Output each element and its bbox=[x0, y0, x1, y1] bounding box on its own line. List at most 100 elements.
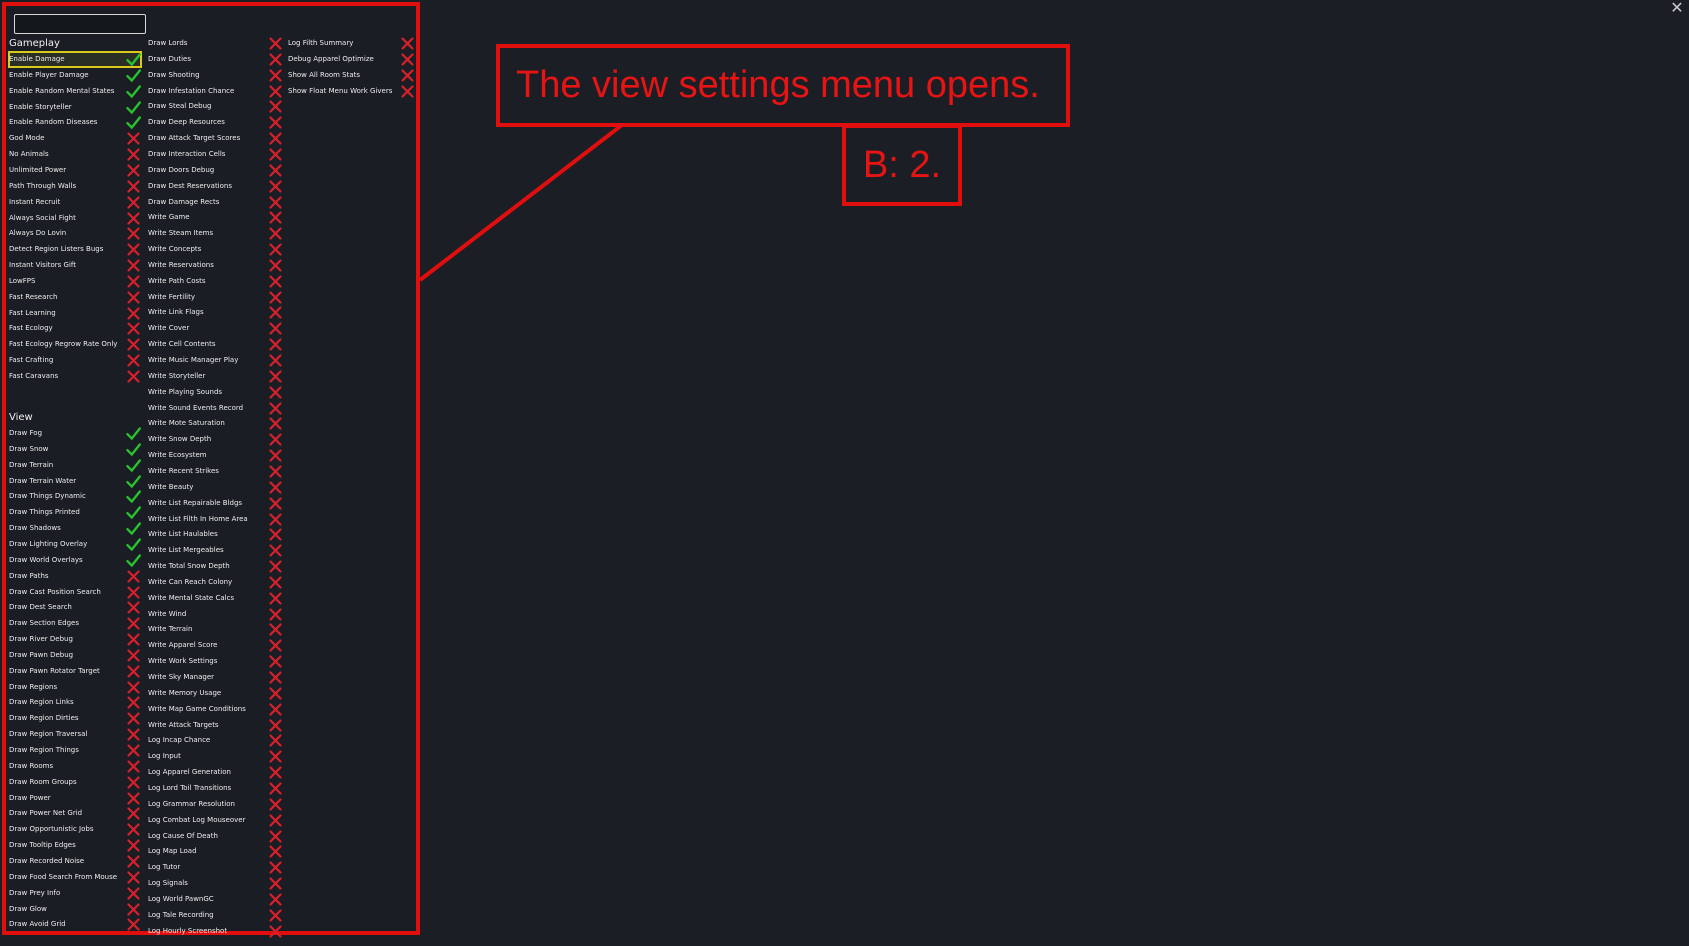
toggle-row[interactable]: Show Float Menu Work Givers bbox=[288, 84, 415, 99]
toggle-row[interactable]: Write Storyteller bbox=[148, 369, 283, 384]
toggle-row[interactable]: Enable Random Diseases bbox=[9, 115, 141, 130]
toggle-row[interactable]: Draw Shooting bbox=[148, 68, 283, 83]
toggle-row[interactable]: Write Sound Events Record bbox=[148, 401, 283, 416]
toggle-row[interactable]: Write Snow Depth bbox=[148, 432, 283, 447]
toggle-row[interactable]: LowFPS bbox=[9, 274, 141, 289]
toggle-row[interactable]: Write Can Reach Colony bbox=[148, 575, 283, 590]
toggle-row[interactable]: Draw Prey Info bbox=[9, 886, 141, 901]
toggle-row[interactable]: Write Total Snow Depth bbox=[148, 559, 283, 574]
toggle-row[interactable]: Write List Filth In Home Area bbox=[148, 512, 283, 527]
toggle-row[interactable]: Draw Doors Debug bbox=[148, 163, 283, 178]
toggle-row[interactable]: Log Cause Of Death bbox=[148, 829, 283, 844]
toggle-row[interactable]: Write Concepts bbox=[148, 242, 283, 257]
toggle-row[interactable]: Fast Research bbox=[9, 290, 141, 305]
toggle-row[interactable]: Log Tale Recording bbox=[148, 908, 283, 923]
toggle-row[interactable]: Enable Random Mental States bbox=[9, 84, 141, 99]
toggle-row[interactable]: Draw Cast Position Search bbox=[9, 585, 141, 600]
toggle-row[interactable]: Draw Power Net Grid bbox=[9, 806, 141, 821]
toggle-row[interactable]: Write List Mergeables bbox=[148, 543, 283, 558]
toggle-row[interactable]: Draw Section Edges bbox=[9, 616, 141, 631]
toggle-row[interactable]: Always Social Fight bbox=[9, 211, 141, 226]
toggle-row[interactable]: Draw Infestation Chance bbox=[148, 84, 283, 99]
toggle-row[interactable]: Write Terrain bbox=[148, 622, 283, 637]
toggle-row[interactable]: Log Map Load bbox=[148, 844, 283, 859]
toggle-row[interactable]: Log Tutor bbox=[148, 860, 283, 875]
toggle-row[interactable]: Enable Storyteller bbox=[9, 100, 141, 115]
close-icon[interactable]: ✕ bbox=[1669, 0, 1685, 16]
toggle-row[interactable]: Draw Paths bbox=[9, 569, 141, 584]
toggle-row[interactable]: Draw Steal Debug bbox=[148, 99, 283, 114]
toggle-row[interactable]: Draw Things Dynamic bbox=[9, 489, 141, 504]
toggle-row[interactable]: Write Reservations bbox=[148, 258, 283, 273]
toggle-row[interactable]: Write List Haulables bbox=[148, 527, 283, 542]
toggle-row[interactable]: Draw Terrain Water bbox=[9, 474, 141, 489]
toggle-row[interactable]: Draw Damage Rects bbox=[148, 195, 283, 210]
toggle-row[interactable]: Log Incap Chance bbox=[148, 733, 283, 748]
toggle-row[interactable]: Draw Regions bbox=[9, 680, 141, 695]
toggle-row[interactable]: Write Fertility bbox=[148, 290, 283, 305]
toggle-row[interactable]: Draw Region Links bbox=[9, 695, 141, 710]
toggle-row[interactable]: Draw Dest Search bbox=[9, 600, 141, 615]
toggle-row[interactable]: Draw Glow bbox=[9, 902, 141, 917]
toggle-row[interactable]: Instant Visitors Gift bbox=[9, 258, 141, 273]
toggle-row[interactable]: Draw Snow bbox=[9, 442, 141, 457]
toggle-row[interactable]: Fast Ecology bbox=[9, 321, 141, 336]
toggle-row[interactable]: Fast Ecology Regrow Rate Only bbox=[9, 337, 141, 352]
toggle-row[interactable]: Fast Learning bbox=[9, 306, 141, 321]
toggle-row[interactable]: Draw Shadows bbox=[9, 521, 141, 536]
toggle-row[interactable]: Draw Avoid Grid bbox=[9, 917, 141, 932]
toggle-row[interactable]: Draw Region Things bbox=[9, 743, 141, 758]
toggle-row[interactable]: Fast Caravans bbox=[9, 369, 141, 384]
toggle-row[interactable]: Write Game bbox=[148, 210, 283, 225]
toggle-row[interactable]: Draw Dest Reservations bbox=[148, 179, 283, 194]
toggle-row[interactable]: Detect Region Listers Bugs bbox=[9, 242, 141, 257]
toggle-row[interactable]: Draw Room Groups bbox=[9, 775, 141, 790]
toggle-row[interactable]: Enable Damage bbox=[8, 51, 142, 68]
toggle-row[interactable]: Log Input bbox=[148, 749, 283, 764]
toggle-row[interactable]: Write Work Settings bbox=[148, 654, 283, 669]
toggle-row[interactable]: Unlimited Power bbox=[9, 163, 141, 178]
toggle-row[interactable]: Draw Opportunistic Jobs bbox=[9, 822, 141, 837]
toggle-row[interactable]: Fast Crafting bbox=[9, 353, 141, 368]
toggle-row[interactable]: Draw Attack Target Scores bbox=[148, 131, 283, 146]
toggle-row[interactable]: Write Mental State Calcs bbox=[148, 591, 283, 606]
toggle-row[interactable]: Draw Pawn Rotator Target bbox=[9, 664, 141, 679]
toggle-row[interactable]: Draw Lighting Overlay bbox=[9, 537, 141, 552]
toggle-row[interactable]: Draw Rooms bbox=[9, 759, 141, 774]
toggle-row[interactable]: Draw Interaction Cells bbox=[148, 147, 283, 162]
toggle-row[interactable]: Log Combat Log Mouseover bbox=[148, 813, 283, 828]
toggle-row[interactable]: Draw Deep Resources bbox=[148, 115, 283, 130]
toggle-row[interactable]: Write Wind bbox=[148, 607, 283, 622]
toggle-row[interactable]: Log Signals bbox=[148, 876, 283, 891]
toggle-row[interactable]: Log Grammar Resolution bbox=[148, 797, 283, 812]
toggle-row[interactable]: Log Apparel Generation bbox=[148, 765, 283, 780]
toggle-row[interactable]: Path Through Walls bbox=[9, 179, 141, 194]
toggle-row[interactable]: Enable Player Damage bbox=[9, 68, 141, 83]
toggle-row[interactable]: Write Recent Strikes bbox=[148, 464, 283, 479]
toggle-row[interactable]: Log Filth Summary bbox=[288, 36, 415, 51]
toggle-row[interactable]: No Animals bbox=[9, 147, 141, 162]
toggle-row[interactable]: Write Cell Contents bbox=[148, 337, 283, 352]
toggle-row[interactable]: Write Steam Items bbox=[148, 226, 283, 241]
toggle-row[interactable]: Write Beauty bbox=[148, 480, 283, 495]
toggle-row[interactable]: Draw Fog bbox=[9, 426, 141, 441]
toggle-row[interactable]: Debug Apparel Optimize bbox=[288, 52, 415, 67]
toggle-row[interactable]: Write Map Game Conditions bbox=[148, 702, 283, 717]
toggle-row[interactable]: Write Memory Usage bbox=[148, 686, 283, 701]
toggle-row[interactable]: Draw Terrain bbox=[9, 458, 141, 473]
toggle-row[interactable]: Draw Lords bbox=[148, 36, 283, 51]
toggle-row[interactable]: Write Playing Sounds bbox=[148, 385, 283, 400]
toggle-row[interactable]: Draw Region Traversal bbox=[9, 727, 141, 742]
toggle-row[interactable]: God Mode bbox=[9, 131, 141, 146]
toggle-row[interactable]: Write Attack Targets bbox=[148, 718, 283, 733]
toggle-row[interactable]: Always Do Lovin bbox=[9, 226, 141, 241]
toggle-row[interactable]: Draw World Overlays bbox=[9, 553, 141, 568]
toggle-row[interactable]: Draw River Debug bbox=[9, 632, 141, 647]
toggle-row[interactable]: Write Sky Manager bbox=[148, 670, 283, 685]
toggle-row[interactable]: Show All Room Stats bbox=[288, 68, 415, 83]
toggle-row[interactable]: Log World PawnGC bbox=[148, 892, 283, 907]
toggle-row[interactable]: Write Apparel Score bbox=[148, 638, 283, 653]
search-input[interactable] bbox=[14, 14, 146, 34]
toggle-row[interactable]: Draw Things Printed bbox=[9, 505, 141, 520]
toggle-row[interactable]: Write List Repairable Bldgs bbox=[148, 496, 283, 511]
